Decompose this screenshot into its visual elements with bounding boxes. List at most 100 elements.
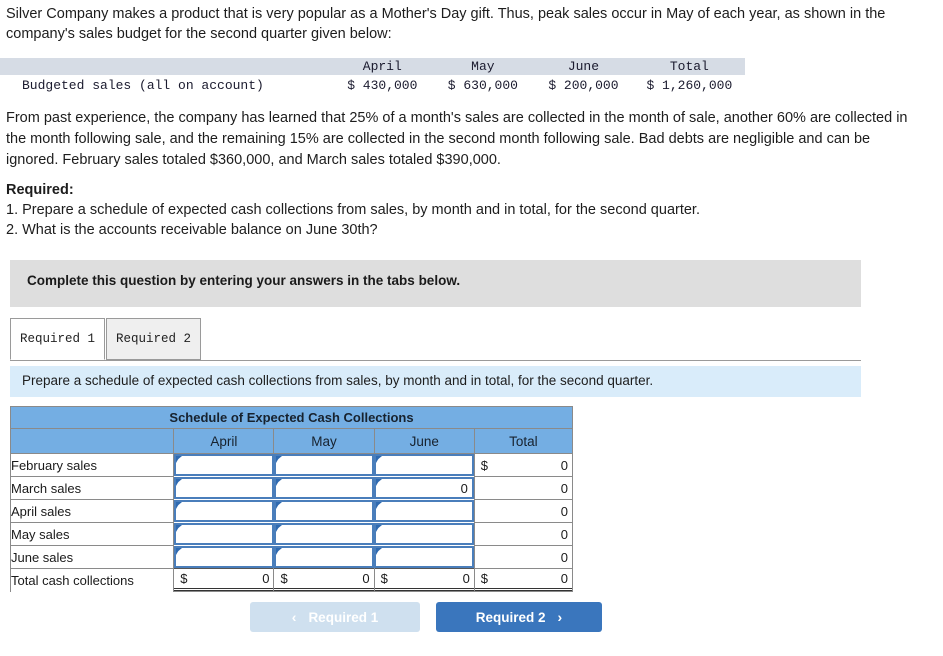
money-march-total: 0 xyxy=(474,477,572,499)
value-may-total: 0 xyxy=(560,526,568,542)
currency-symbol: $ xyxy=(380,571,388,586)
cell-may-total: 0 xyxy=(473,522,574,546)
cell-june-total: 0 xyxy=(473,545,574,569)
budget-value-april: $ 430,000 xyxy=(347,78,418,93)
cell-june-june[interactable] xyxy=(374,545,474,569)
value-total-may: 0 xyxy=(362,571,370,586)
cell-april-june[interactable] xyxy=(374,500,474,523)
row-label-may-sales: May sales xyxy=(9,522,175,546)
budget-value-june: $ 200,000 xyxy=(548,78,619,93)
table-row: February sales $ 0 xyxy=(9,453,574,477)
schedule-title: Schedule of Expected Cash Collections xyxy=(10,406,573,429)
money-june-total: 0 xyxy=(474,546,572,568)
tab-required-1-label: Required 1 xyxy=(19,332,95,346)
table-row-total: Total cash collections $ 0 $ 0 $ 0 $ 0 xyxy=(9,568,574,592)
input-april-may[interactable] xyxy=(273,500,375,522)
money-total-may: $ 0 xyxy=(274,569,374,591)
currency-symbol: $ xyxy=(180,571,188,586)
budget-header-june: June xyxy=(533,58,634,75)
input-june-may[interactable] xyxy=(273,545,375,568)
currency-symbol: $ xyxy=(480,457,489,473)
budget-value-total: $ 1,260,000 xyxy=(646,78,733,93)
prev-button-label: Required 1 xyxy=(308,609,379,625)
input-may-june[interactable] xyxy=(374,523,474,545)
cell-may-june[interactable] xyxy=(374,523,474,546)
value-total-april: 0 xyxy=(262,571,270,586)
task-description-bar: Prepare a schedule of expected cash coll… xyxy=(10,366,861,397)
value-march-total: 0 xyxy=(560,480,568,496)
input-june-april[interactable] xyxy=(174,545,274,568)
next-required-2-button[interactable]: Required 2 › xyxy=(436,602,602,632)
input-april-april[interactable] xyxy=(174,500,274,522)
intro-paragraph: Silver Company makes a product that is v… xyxy=(6,6,886,42)
money-may-total: 0 xyxy=(474,523,572,545)
cell-total-june: $ 0 xyxy=(373,568,475,592)
schedule-header-blank xyxy=(9,428,175,454)
cell-may-may[interactable] xyxy=(273,523,375,546)
value-april-total: 0 xyxy=(560,503,568,519)
cell-april-april[interactable] xyxy=(174,500,274,523)
row-label-march-sales: March sales xyxy=(9,476,175,500)
input-march-june[interactable]: 0 xyxy=(374,477,474,499)
row-label-april-sales: April sales xyxy=(9,499,175,523)
budget-value-may: $ 630,000 xyxy=(447,78,518,93)
cell-may-april[interactable] xyxy=(174,523,274,546)
money-total-april: $ 0 xyxy=(174,569,274,591)
money-february-total: $ 0 xyxy=(474,454,572,476)
schedule-header-row: April May June Total xyxy=(9,428,574,454)
money-april-total: 0 xyxy=(474,500,572,522)
money-total-june: $ 0 xyxy=(374,569,474,591)
budget-header-blank xyxy=(0,58,333,75)
schedule-of-expected-cash-collections-table: Schedule of Expected Cash Collections Ap… xyxy=(9,406,574,592)
input-march-april[interactable] xyxy=(174,477,274,499)
cell-february-total: $ 0 xyxy=(473,453,574,477)
prev-required-1-button[interactable]: ‹ Required 1 xyxy=(250,602,420,632)
input-february-may[interactable] xyxy=(273,454,375,477)
row-label-june-sales: June sales xyxy=(9,545,175,569)
table-row: June sales 0 xyxy=(9,545,574,569)
cell-february-june[interactable] xyxy=(374,454,474,477)
task-description-text: Prepare a schedule of expected cash coll… xyxy=(22,373,654,388)
required-section: Required: 1. Prepare a schedule of expec… xyxy=(6,180,906,240)
budgeted-sales-table: April May June Total Budgeted sales (all… xyxy=(0,58,745,96)
value-total-total: 0 xyxy=(560,571,568,586)
cell-february-april[interactable] xyxy=(174,454,274,477)
cell-march-may[interactable] xyxy=(273,477,375,500)
cell-february-may[interactable] xyxy=(273,454,375,477)
input-april-june[interactable] xyxy=(374,500,474,522)
chevron-right-icon: › xyxy=(557,609,563,625)
input-march-may[interactable] xyxy=(273,477,375,499)
cell-total-total: $ 0 xyxy=(473,568,574,592)
schedule-header-total: Total xyxy=(473,428,574,454)
budget-header-may: May xyxy=(432,58,534,75)
tab-strip: Required 1 Required 2 xyxy=(10,318,861,361)
next-button-label: Required 2 xyxy=(475,609,546,625)
input-june-june[interactable] xyxy=(374,545,474,568)
input-may-april[interactable] xyxy=(174,523,274,545)
input-february-april[interactable] xyxy=(174,454,274,477)
value-february-total: 0 xyxy=(560,457,568,473)
budget-header-row: April May June Total xyxy=(0,58,745,75)
cell-april-total: 0 xyxy=(473,499,574,523)
money-total-total: $ 0 xyxy=(474,569,572,591)
tab-required-1[interactable]: Required 1 xyxy=(10,318,105,360)
cell-march-april[interactable] xyxy=(174,477,274,500)
table-row: May sales 0 xyxy=(9,522,574,546)
budget-row-budgeted-sales: Budgeted sales (all on account) $ 430,00… xyxy=(0,75,745,96)
tab-required-2[interactable]: Required 2 xyxy=(106,318,201,360)
cell-march-june[interactable]: 0 xyxy=(374,477,474,500)
cell-june-may[interactable] xyxy=(273,545,375,569)
value-june-total: 0 xyxy=(560,549,568,565)
value-total-june: 0 xyxy=(462,571,470,586)
budget-row-label: Budgeted sales (all on account) xyxy=(22,78,264,93)
input-may-may[interactable] xyxy=(273,523,375,545)
table-row: March sales 0 0 xyxy=(9,476,574,500)
cell-june-april[interactable] xyxy=(174,545,274,569)
instruction-panel-text: Complete this question by entering your … xyxy=(27,273,461,288)
table-row: April sales 0 xyxy=(9,499,574,523)
tab-required-2-label: Required 2 xyxy=(115,332,191,346)
cell-april-may[interactable] xyxy=(273,500,375,523)
currency-symbol: $ xyxy=(280,571,288,586)
budget-header-total: Total xyxy=(633,58,745,75)
input-february-june[interactable] xyxy=(374,454,474,477)
